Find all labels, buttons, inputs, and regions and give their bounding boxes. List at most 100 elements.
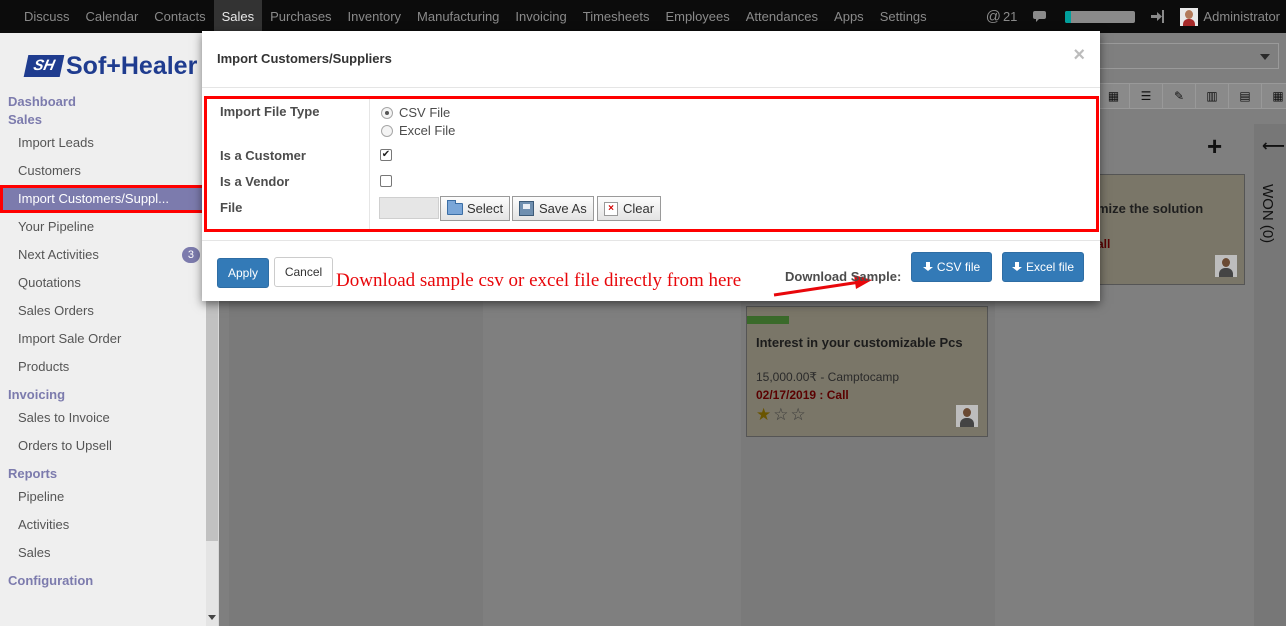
menu-employees[interactable]: Employees [657, 0, 737, 33]
kanban-card[interactable]: Interest in your customizable Pcs 15,000… [746, 306, 988, 437]
download-icon [1011, 262, 1022, 272]
menu-timesheets[interactable]: Timesheets [575, 0, 658, 33]
logo-mark: SH [23, 55, 65, 77]
folder-icon [447, 199, 463, 215]
sidebar-item-your-pipeline[interactable]: Your Pipeline [0, 213, 210, 241]
sidebar-item-pipeline[interactable]: Pipeline [0, 483, 210, 511]
close-icon[interactable]: × [1073, 45, 1085, 65]
calendar-view-icon[interactable]: ▤ [1229, 83, 1262, 109]
sidebar-item-next-activities[interactable]: Next Activities 3 [0, 241, 210, 269]
add-column-icon[interactable]: + [1207, 133, 1222, 159]
sidebar-item-sales-orders[interactable]: Sales Orders [0, 297, 210, 325]
menu-purchases[interactable]: Purchases [262, 0, 339, 33]
user-name: Administrator [1203, 9, 1280, 24]
import-dialog: Import Customers/Suppliers × Import File… [202, 31, 1100, 301]
systray: @ 21 Administrator [986, 0, 1286, 33]
form-view-icon[interactable]: ✎ [1163, 83, 1196, 109]
sidebar-section-configuration[interactable]: Configuration [0, 572, 210, 590]
sidebar-item-customers[interactable]: Customers [0, 157, 210, 185]
excel-file-label[interactable]: Excel File [399, 123, 455, 138]
search-bar[interactable] [1099, 43, 1279, 69]
menu-manufacturing[interactable]: Manufacturing [409, 0, 507, 33]
arrow-left-icon: ⟵ [1262, 138, 1285, 155]
menu-apps[interactable]: Apps [826, 0, 872, 33]
is-vendor-label: Is a Vendor [220, 174, 290, 189]
sidebar-item-import-leads[interactable]: Import Leads [0, 129, 210, 157]
count-badge: 3 [181, 247, 200, 263]
login-icon[interactable] [1151, 10, 1165, 23]
clear-icon: × [604, 201, 618, 216]
color-strip [747, 316, 789, 324]
sidebar-item-sales-report[interactable]: Sales [0, 539, 210, 567]
sidebar-item-orders-to-upsell[interactable]: Orders to Upsell [0, 432, 210, 460]
download-icon [922, 262, 933, 272]
card-title: mize the solution [1097, 201, 1204, 216]
clear-button[interactable]: × Clear [597, 196, 662, 221]
logo-text: Sof+Healer [66, 51, 198, 80]
sidebar-section-sales[interactable]: Sales [0, 111, 210, 129]
card-amount: 15,000.00₹ - Camptocamp [756, 370, 900, 384]
apply-button[interactable]: Apply [217, 258, 269, 288]
is-vendor-checkbox[interactable] [380, 175, 392, 187]
top-navbar: Discuss Calendar Contacts Sales Purchase… [0, 0, 1286, 33]
card-title: Interest in your customizable Pcs [756, 335, 963, 350]
priority-stars[interactable]: ★☆☆ [756, 405, 808, 425]
sidebar-section-reports[interactable]: Reports [0, 465, 210, 483]
csv-file-label[interactable]: CSV File [399, 105, 450, 120]
mentions-indicator[interactable]: @ 21 [986, 8, 1018, 25]
kanban-view-icon[interactable]: ▦ [1097, 83, 1130, 109]
sidebar-item-label: Next Activities [18, 247, 99, 262]
download-excel-button[interactable]: Excel file [1002, 252, 1084, 282]
star-filled-icon[interactable]: ★ [756, 405, 773, 424]
clear-label: Clear [623, 201, 655, 216]
company-logo: SH Sof+Healer [23, 51, 198, 81]
folded-column-won[interactable]: ⟵ WON (0) [1254, 124, 1286, 626]
menu-discuss[interactable]: Discuss [16, 0, 78, 33]
kanban-card[interactable]: mize the solution all [1085, 174, 1245, 285]
menu-calendar[interactable]: Calendar [78, 0, 147, 33]
chat-icon[interactable] [1033, 10, 1049, 23]
excel-button-label: Excel file [1025, 260, 1075, 274]
is-customer-checkbox[interactable]: ✔ [380, 149, 392, 161]
menu-settings[interactable]: Settings [872, 0, 935, 33]
scroll-down-arrow-icon[interactable] [208, 615, 216, 620]
save-icon [519, 201, 534, 216]
sidebar-item-activities[interactable]: Activities [0, 511, 210, 539]
sidebar-item-import-customers-suppliers[interactable]: Import Customers/Suppl... [0, 185, 210, 213]
dialog-footer: Apply Cancel Download sample csv or exce… [202, 240, 1100, 301]
sidebar-section-invoicing[interactable]: Invoicing [0, 386, 210, 404]
csv-file-radio[interactable] [381, 107, 393, 119]
pivot-view-icon[interactable]: ▦ [1262, 83, 1286, 109]
file-label: File [220, 200, 243, 215]
save-as-label: Save As [539, 201, 587, 216]
menu-attendances[interactable]: Attendances [738, 0, 826, 33]
user-menu[interactable]: Administrator [1180, 7, 1280, 26]
annotation-text: Download sample csv or excel file direct… [336, 270, 742, 291]
csv-button-label: CSV file [936, 260, 981, 274]
sidebar-item-sales-to-invoice[interactable]: Sales to Invoice [0, 404, 210, 432]
save-as-button[interactable]: Save As [512, 196, 594, 221]
menu-contacts[interactable]: Contacts [146, 0, 213, 33]
sidebar: SH Sof+Healer Dashboard Sales Import Lea… [0, 33, 219, 626]
star-empty-icon[interactable]: ☆ [773, 405, 790, 424]
excel-file-radio[interactable] [381, 125, 393, 137]
file-path-input[interactable] [379, 197, 439, 219]
menu-sales[interactable]: Sales [213, 0, 263, 33]
sidebar-item-import-sale-order[interactable]: Import Sale Order [0, 325, 210, 353]
sidebar-item-products[interactable]: Products [0, 353, 210, 381]
graph-view-icon[interactable]: ▥ [1196, 83, 1229, 109]
view-switcher: ▦ ☰ ✎ ▥ ▤ ▦ [1097, 83, 1286, 109]
divider [369, 99, 370, 229]
list-view-icon[interactable]: ☰ [1130, 83, 1163, 109]
avatar [956, 405, 978, 427]
progress-bar [1065, 10, 1136, 23]
cancel-button[interactable]: Cancel [274, 257, 333, 287]
sidebar-item-quotations[interactable]: Quotations [0, 269, 210, 297]
import-form: Import File Type CSV File Excel File Is … [204, 96, 1099, 232]
sidebar-section-dashboard[interactable]: Dashboard [0, 93, 210, 111]
select-file-button[interactable]: Select [440, 196, 511, 221]
menu-inventory[interactable]: Inventory [340, 0, 409, 33]
download-csv-button[interactable]: CSV file [911, 252, 992, 282]
menu-invoicing[interactable]: Invoicing [507, 0, 574, 33]
star-empty-icon[interactable]: ☆ [791, 405, 808, 424]
